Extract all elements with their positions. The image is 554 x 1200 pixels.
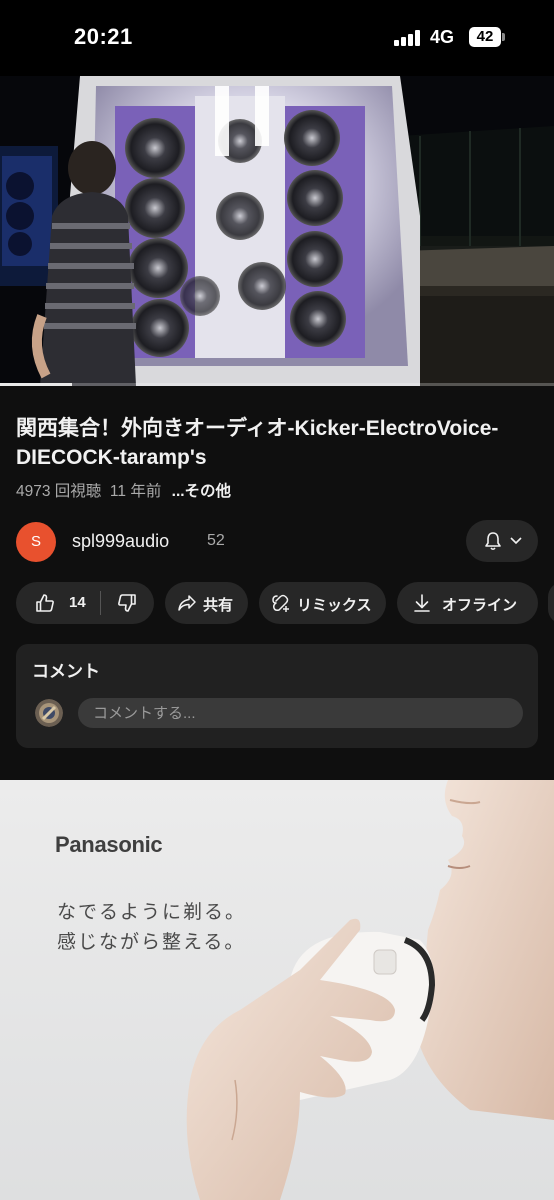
like-dislike-chip: 14 [16, 582, 154, 624]
subscriber-count: 52 [207, 532, 225, 549]
status-bar: 20:21 4G 42 [0, 0, 554, 76]
comments-section[interactable]: コメント [16, 644, 538, 748]
video-progress-bar[interactable] [0, 383, 554, 386]
like-button[interactable]: 14 [16, 582, 100, 624]
bell-icon [485, 532, 501, 551]
network-type: 4G [430, 27, 455, 47]
share-label: 共有 [203, 597, 234, 614]
comments-title: コメント [32, 662, 100, 681]
ad-tagline-2: 感じながら整える。 [57, 932, 246, 953]
view-count: 4973 回視聴 [16, 483, 102, 500]
comment-input[interactable] [78, 698, 523, 728]
share-icon [178, 595, 196, 611]
remix-label: リミックス [297, 597, 372, 614]
user-avatar [35, 699, 63, 727]
offline-button[interactable]: オフライン [397, 582, 538, 624]
thumbs-up-icon [36, 594, 54, 612]
thumbs-down-icon [118, 594, 136, 612]
channel-name[interactable]: spl999audio [72, 531, 169, 552]
dislike-button[interactable] [101, 582, 154, 624]
more-actions-chip[interactable] [548, 582, 554, 624]
upload-age: 11 年前 [109, 483, 162, 500]
ad-banner[interactable]: Panasonic なでるように剃る。 感じながら整える。 [0, 780, 554, 1200]
video-player[interactable] [0, 76, 554, 386]
chevron-down-icon [510, 537, 522, 545]
video-meta[interactable]: 4973 回視聴 11 年前 ...その他 [16, 479, 231, 501]
share-button[interactable]: 共有 [165, 582, 248, 624]
video-progress-fill [0, 383, 73, 386]
ad-tagline-1: なでるように剃る。 [57, 902, 247, 923]
video-frame [0, 76, 554, 386]
more-link[interactable]: ...その他 [172, 483, 231, 500]
like-count: 14 [69, 594, 86, 611]
remix-button[interactable]: リミックス [259, 582, 386, 624]
channel-avatar[interactable]: S [16, 522, 56, 562]
battery-icon: 42 [469, 27, 505, 47]
battery-level: 42 [476, 28, 494, 45]
signal-icon [394, 30, 420, 46]
ad-brand-logo: Panasonic [55, 832, 163, 857]
download-icon [414, 594, 430, 612]
status-time: 20:21 [74, 24, 133, 49]
video-title: 関西集合！外向きオーディオ-Kicker-ElectroVoice-DIECOC… [16, 417, 499, 469]
notification-bell-button[interactable] [466, 520, 538, 562]
offline-label: オフライン [442, 597, 518, 614]
remix-icon [272, 594, 289, 612]
